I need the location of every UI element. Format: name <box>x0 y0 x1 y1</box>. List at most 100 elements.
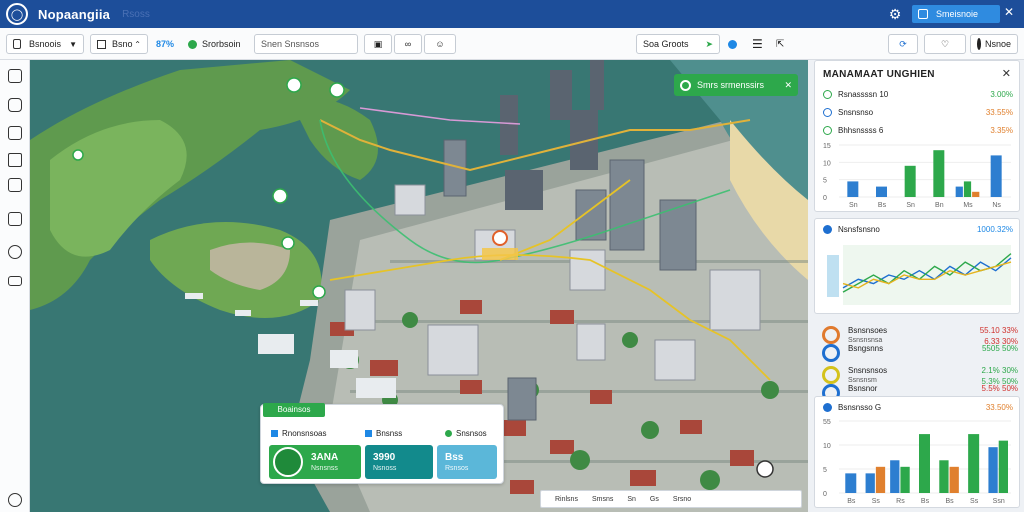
layer-select-label: Bsnoois <box>29 39 62 49</box>
close-icon[interactable]: ✕ <box>1002 67 1011 80</box>
metric-row[interactable]: Bsngsnns 5505 50% <box>822 342 1018 366</box>
list-button[interactable]: ☰ <box>752 34 763 54</box>
info-button[interactable] <box>728 34 737 54</box>
gallery-icon[interactable] <box>8 178 22 192</box>
card-col-3-header: Snsnsos <box>445 429 487 438</box>
card-tile-2[interactable]: 3990 Nsnoss <box>365 445 433 479</box>
list-icon: ☰ <box>752 37 763 51</box>
card-col-2-header: Bnsnss <box>365 429 402 438</box>
x-tick-label: Sn <box>906 202 915 209</box>
close-icon[interactable]: ✕ <box>784 80 792 91</box>
line-chart <box>827 245 1012 305</box>
route-chip-label: Smrs srmenssirs <box>697 80 764 90</box>
document-icon <box>13 39 21 49</box>
bar-chart-1: 15 10 5 0 Sn Bs Sn Bn Ms Ns <box>823 143 1011 209</box>
monitor-icon <box>271 430 278 437</box>
avatar <box>977 38 981 50</box>
binoculars-button[interactable]: ∞ <box>394 34 422 54</box>
document-icon[interactable] <box>8 212 22 226</box>
account-button[interactable]: Smeisnoie <box>912 5 1000 23</box>
expand-icon: ⇱ <box>776 38 785 50</box>
status-dot-icon <box>188 39 197 49</box>
bar-chart-header: Bsnsnsso G 33.50% <box>823 403 1013 412</box>
bell-icon: ♡ <box>940 38 950 49</box>
expand-button[interactable]: ⇱ <box>776 34 784 54</box>
settings-gear-icon[interactable]: ⚙ <box>886 5 904 23</box>
close-icon[interactable]: ✕ <box>1004 5 1014 19</box>
analytics-panel: MANAMAAT UNGHIEN ✕ Rsnassssn 10 3.00% Sns… <box>808 60 1024 512</box>
layer-select[interactable]: Bsnoois ▼ <box>6 34 84 54</box>
notification-button[interactable]: ♡ <box>924 34 966 54</box>
help-icon[interactable] <box>8 493 22 507</box>
zoom-value[interactable]: 87% <box>156 34 174 54</box>
cube-icon[interactable] <box>8 153 22 167</box>
toolbar: Bsnoois ▼ Bsno ⌃ 87% Srorbsoin Snen Snsn… <box>0 28 1024 60</box>
card-tile-1[interactable]: 3ANA Nsnsnss <box>269 445 361 479</box>
y-tick-label: 15 <box>823 143 831 150</box>
bar-chart-2: 55 10 5 0 Bs Ss Rs Bs Bs Ss Ssn <box>823 419 1011 505</box>
panel-toggle-icon[interactable] <box>8 69 22 83</box>
bar <box>963 181 972 197</box>
bar <box>968 434 980 493</box>
panel-title: MANAMAAT UNGHIEN <box>823 69 935 80</box>
y-tick-label: 55 <box>823 419 831 426</box>
bar <box>890 460 900 493</box>
status-label: Srorbsoin <box>202 39 241 49</box>
status-icon <box>823 107 832 117</box>
globe-icon <box>680 79 691 91</box>
display-icon[interactable] <box>8 276 22 286</box>
metric-value: 2.1% 30% <box>981 366 1018 375</box>
legend-item: Sn <box>627 495 636 503</box>
metric-label: Bsngsnns <box>848 344 884 353</box>
bar <box>998 440 1008 493</box>
bar <box>933 150 945 197</box>
bar <box>939 460 949 493</box>
stepper-arrow-icon: ⌃ <box>134 39 141 49</box>
x-tick-label: Bs <box>945 498 954 505</box>
line-chart-header: Nsnsfsnsno 1000.32% <box>823 225 1013 234</box>
x-tick-label: Ssn <box>993 498 1005 505</box>
metric-label: Bsnsnsoes <box>848 326 888 335</box>
search-input[interactable]: Snen Snsnsos <box>254 34 358 54</box>
management-card: MANAMAAT UNGHIEN ✕ Rsnassssn 10 3.00% Sns… <box>814 60 1020 212</box>
grid-icon <box>97 39 106 49</box>
range-marker <box>827 255 839 297</box>
bar <box>990 155 1002 197</box>
y-tick-label: 0 <box>823 195 827 202</box>
layers-button[interactable]: Soa Groots ➤ <box>636 34 720 54</box>
bar <box>875 466 886 493</box>
x-tick-label: Bn <box>935 202 944 209</box>
card-tile-3[interactable]: Bss Rsnsos <box>437 445 497 479</box>
bar <box>904 165 916 197</box>
card-tag: Boainsos <box>263 403 325 417</box>
settings-icon[interactable] <box>8 245 22 259</box>
status-icon <box>823 89 832 99</box>
x-tick-label: Bs <box>847 498 856 505</box>
chat-icon[interactable] <box>8 98 22 112</box>
y-tick-label: 10 <box>823 160 831 167</box>
accessibility-button[interactable]: ☺ <box>424 34 456 54</box>
status-icon <box>823 125 832 135</box>
view-select[interactable]: Bsno ⌃ <box>90 34 148 54</box>
user-menu[interactable]: Nsnoe <box>970 34 1018 54</box>
route-chip[interactable]: Smrs srmenssirs ✕ <box>674 74 798 96</box>
metric-label: Snsnsnsos <box>848 366 888 375</box>
metric-value: 55.10 33% <box>979 326 1018 335</box>
ring-icon <box>822 344 840 362</box>
bar <box>988 447 998 493</box>
legend-item: Srsno <box>672 495 692 503</box>
card-col-1-header: Rnonsnsoas <box>271 429 326 438</box>
bar <box>876 186 887 197</box>
image-icon[interactable] <box>8 126 22 140</box>
x-tick-label: Bs <box>921 498 930 505</box>
x-tick-label: Ss <box>970 498 979 505</box>
status-indicator[interactable]: Srorbsoin <box>188 34 241 54</box>
app-title: Nopaangiia <box>38 6 111 22</box>
bar <box>955 186 963 197</box>
y-tick-label: 5 <box>823 178 827 185</box>
arrow-icon: ➤ <box>705 38 713 49</box>
sync-button[interactable]: ⟳ <box>888 34 918 54</box>
bar <box>919 434 930 493</box>
stat-row: Snsnsnso 33.55% <box>823 105 1013 119</box>
camera-button[interactable]: ▣ <box>364 34 392 54</box>
